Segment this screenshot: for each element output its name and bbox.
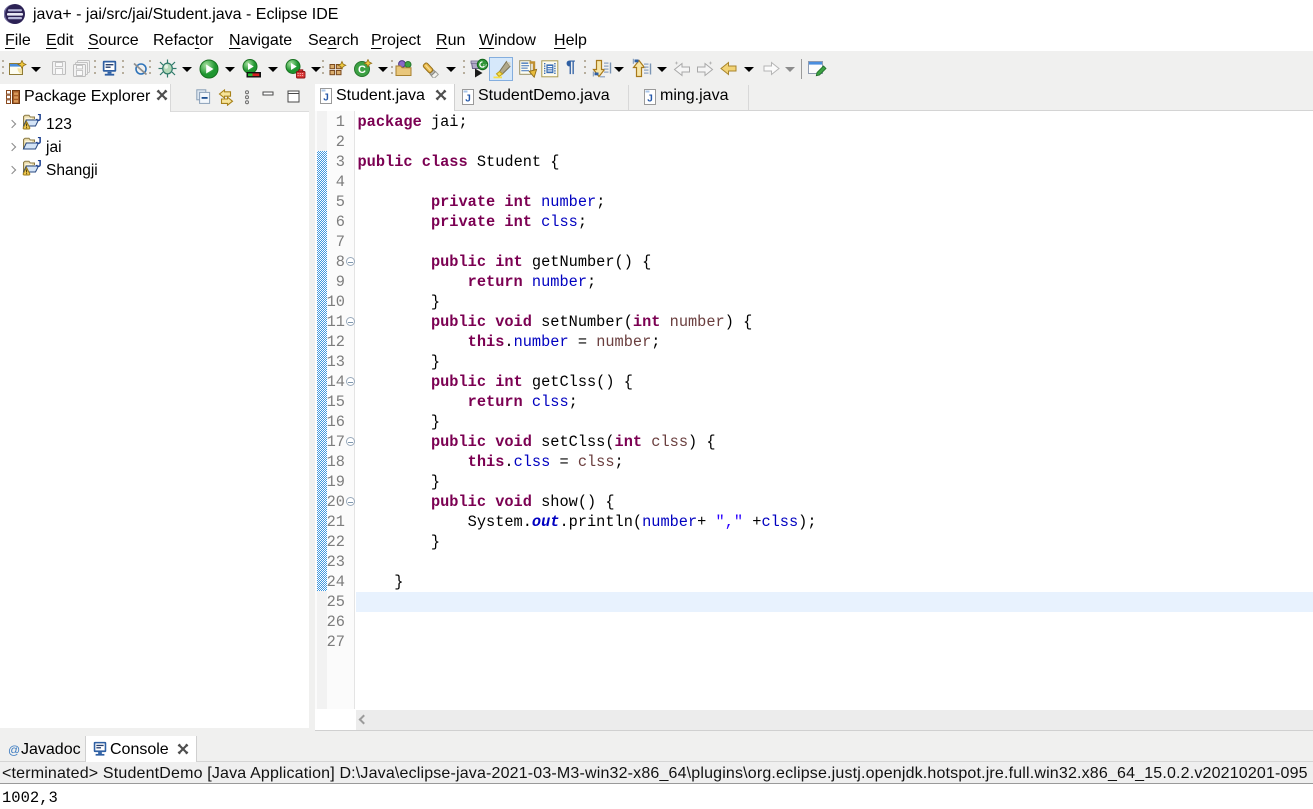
svg-text:J: J: [647, 94, 653, 105]
svg-text:J: J: [36, 159, 42, 170]
svg-text:J: J: [36, 113, 42, 124]
svg-text:J: J: [465, 94, 471, 105]
svg-text:J: J: [36, 136, 42, 147]
svg-text:J: J: [323, 93, 329, 104]
svg-text:C: C: [358, 64, 366, 76]
